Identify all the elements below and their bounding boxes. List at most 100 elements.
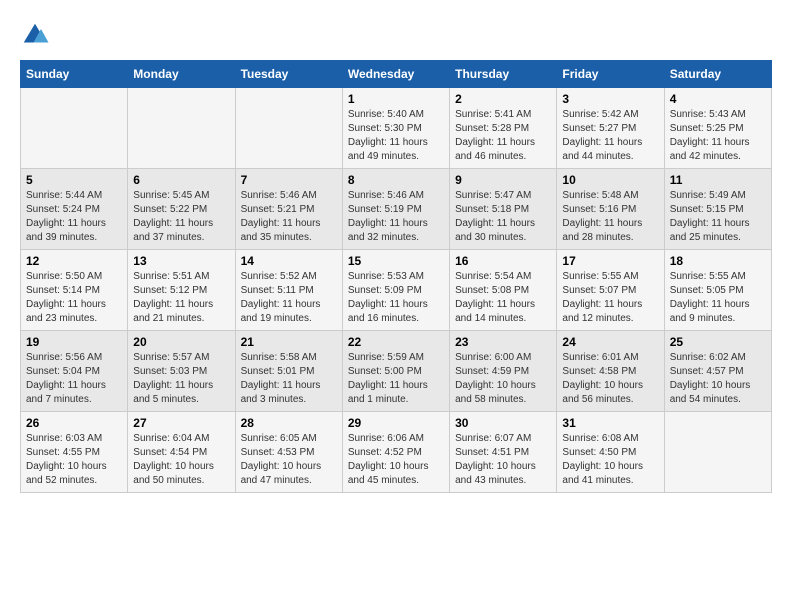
calendar-week-3: 12 Sunrise: 5:50 AM Sunset: 5:14 PM Dayli… xyxy=(21,250,772,331)
day-number: 4 xyxy=(670,92,766,106)
calendar-cell: 5Sunrise: 5:44 AM Sunset: 5:24 PM Daylig… xyxy=(21,169,128,250)
calendar-cell xyxy=(664,412,771,493)
calendar-cell: 9 Sunrise: 5:47 AM Sunset: 5:18 PM Daylig… xyxy=(450,169,557,250)
day-info: Sunrise: 5:55 AM Sunset: 5:05 PM Dayligh… xyxy=(670,270,766,326)
calendar-table: SundayMondayTuesdayWednesdayThursdayFrid… xyxy=(20,60,772,493)
day-info: Sunrise: 5:41 AM Sunset: 5:28 PM Dayligh… xyxy=(455,108,551,164)
weekday-header-saturday: Saturday xyxy=(664,61,771,88)
day-number: 26 xyxy=(26,416,122,430)
day-info: Sunrise: 6:02 AM Sunset: 4:57 PM Dayligh… xyxy=(670,351,766,407)
day-info: Sunrise: 5:57 AM Sunset: 5:03 PM Dayligh… xyxy=(133,351,229,407)
calendar-cell: 18 Sunrise: 5:55 AM Sunset: 5:05 PM Dayli… xyxy=(664,250,771,331)
day-info: Sunrise: 5:47 AM Sunset: 5:18 PM Dayligh… xyxy=(455,189,551,245)
day-info: Sunrise: 5:46 AM Sunset: 5:21 PM Dayligh… xyxy=(241,189,337,245)
day-info: Sunrise: 5:56 AM Sunset: 5:04 PM Dayligh… xyxy=(26,351,122,407)
calendar-week-5: 26 Sunrise: 6:03 AM Sunset: 4:55 PM Dayli… xyxy=(21,412,772,493)
day-info: Sunrise: 5:45 AM Sunset: 5:22 PM Dayligh… xyxy=(133,189,229,245)
day-number: 7 xyxy=(241,173,337,187)
calendar-cell: 31Sunrise: 6:08 AM Sunset: 4:50 PM Dayli… xyxy=(557,412,664,493)
calendar-cell: 30Sunrise: 6:07 AM Sunset: 4:51 PM Dayli… xyxy=(450,412,557,493)
day-info: Sunrise: 6:03 AM Sunset: 4:55 PM Dayligh… xyxy=(26,432,122,488)
calendar-cell: 26 Sunrise: 6:03 AM Sunset: 4:55 PM Dayli… xyxy=(21,412,128,493)
day-info: Sunrise: 6:05 AM Sunset: 4:53 PM Dayligh… xyxy=(241,432,337,488)
calendar-week-2: 5Sunrise: 5:44 AM Sunset: 5:24 PM Daylig… xyxy=(21,169,772,250)
calendar-cell: 15Sunrise: 5:53 AM Sunset: 5:09 PM Dayli… xyxy=(342,250,449,331)
calendar-cell: 6 Sunrise: 5:45 AM Sunset: 5:22 PM Daylig… xyxy=(128,169,235,250)
day-number: 23 xyxy=(455,335,551,349)
calendar-cell: 8 Sunrise: 5:46 AM Sunset: 5:19 PM Daylig… xyxy=(342,169,449,250)
calendar-cell xyxy=(21,88,128,169)
calendar-cell: 11 Sunrise: 5:49 AM Sunset: 5:15 PM Dayli… xyxy=(664,169,771,250)
day-number: 18 xyxy=(670,254,766,268)
day-info: Sunrise: 5:46 AM Sunset: 5:19 PM Dayligh… xyxy=(348,189,444,245)
day-info: Sunrise: 5:58 AM Sunset: 5:01 PM Dayligh… xyxy=(241,351,337,407)
calendar-cell: 20 Sunrise: 5:57 AM Sunset: 5:03 PM Dayli… xyxy=(128,331,235,412)
weekday-header-wednesday: Wednesday xyxy=(342,61,449,88)
day-info: Sunrise: 5:55 AM Sunset: 5:07 PM Dayligh… xyxy=(562,270,658,326)
day-info: Sunrise: 5:43 AM Sunset: 5:25 PM Dayligh… xyxy=(670,108,766,164)
calendar-cell: 22 Sunrise: 5:59 AM Sunset: 5:00 PM Dayli… xyxy=(342,331,449,412)
calendar-cell: 1Sunrise: 5:40 AM Sunset: 5:30 PM Daylig… xyxy=(342,88,449,169)
day-info: Sunrise: 5:48 AM Sunset: 5:16 PM Dayligh… xyxy=(562,189,658,245)
weekday-header-friday: Friday xyxy=(557,61,664,88)
day-number: 22 xyxy=(348,335,444,349)
logo-icon xyxy=(20,20,50,50)
calendar-week-1: 1Sunrise: 5:40 AM Sunset: 5:30 PM Daylig… xyxy=(21,88,772,169)
calendar-header: SundayMondayTuesdayWednesdayThursdayFrid… xyxy=(21,61,772,88)
day-info: Sunrise: 5:51 AM Sunset: 5:12 PM Dayligh… xyxy=(133,270,229,326)
calendar-cell: 23 Sunrise: 6:00 AM Sunset: 4:59 PM Dayli… xyxy=(450,331,557,412)
day-number: 9 xyxy=(455,173,551,187)
calendar-cell: 16 Sunrise: 5:54 AM Sunset: 5:08 PM Dayli… xyxy=(450,250,557,331)
day-number: 13 xyxy=(133,254,229,268)
weekday-header-row: SundayMondayTuesdayWednesdayThursdayFrid… xyxy=(21,61,772,88)
day-number: 27 xyxy=(133,416,229,430)
calendar-cell: 4 Sunrise: 5:43 AM Sunset: 5:25 PM Daylig… xyxy=(664,88,771,169)
day-number: 12 xyxy=(26,254,122,268)
day-info: Sunrise: 6:00 AM Sunset: 4:59 PM Dayligh… xyxy=(455,351,551,407)
day-number: 1 xyxy=(348,92,444,106)
day-number: 19 xyxy=(26,335,122,349)
day-number: 28 xyxy=(241,416,337,430)
weekday-header-thursday: Thursday xyxy=(450,61,557,88)
day-info: Sunrise: 6:07 AM Sunset: 4:51 PM Dayligh… xyxy=(455,432,551,488)
day-info: Sunrise: 5:42 AM Sunset: 5:27 PM Dayligh… xyxy=(562,108,658,164)
calendar-cell: 28 Sunrise: 6:05 AM Sunset: 4:53 PM Dayli… xyxy=(235,412,342,493)
day-info: Sunrise: 5:59 AM Sunset: 5:00 PM Dayligh… xyxy=(348,351,444,407)
day-number: 6 xyxy=(133,173,229,187)
calendar-cell: 14Sunrise: 5:52 AM Sunset: 5:11 PM Dayli… xyxy=(235,250,342,331)
day-number: 16 xyxy=(455,254,551,268)
calendar-cell: 19 Sunrise: 5:56 AM Sunset: 5:04 PM Dayli… xyxy=(21,331,128,412)
calendar-cell: 25 Sunrise: 6:02 AM Sunset: 4:57 PM Dayli… xyxy=(664,331,771,412)
calendar-cell: 2Sunrise: 5:41 AM Sunset: 5:28 PM Daylig… xyxy=(450,88,557,169)
calendar-cell xyxy=(235,88,342,169)
weekday-header-sunday: Sunday xyxy=(21,61,128,88)
day-number: 20 xyxy=(133,335,229,349)
day-number: 17 xyxy=(562,254,658,268)
day-number: 15 xyxy=(348,254,444,268)
calendar-cell: 10 Sunrise: 5:48 AM Sunset: 5:16 PM Dayli… xyxy=(557,169,664,250)
day-number: 31 xyxy=(562,416,658,430)
day-number: 11 xyxy=(670,173,766,187)
day-info: Sunrise: 6:04 AM Sunset: 4:54 PM Dayligh… xyxy=(133,432,229,488)
day-number: 25 xyxy=(670,335,766,349)
day-info: Sunrise: 6:01 AM Sunset: 4:58 PM Dayligh… xyxy=(562,351,658,407)
weekday-header-monday: Monday xyxy=(128,61,235,88)
calendar-cell: 13 Sunrise: 5:51 AM Sunset: 5:12 PM Dayli… xyxy=(128,250,235,331)
day-number: 10 xyxy=(562,173,658,187)
calendar-cell: 17 Sunrise: 5:55 AM Sunset: 5:07 PM Dayli… xyxy=(557,250,664,331)
day-number: 8 xyxy=(348,173,444,187)
calendar-cell: 3 Sunrise: 5:42 AM Sunset: 5:27 PM Daylig… xyxy=(557,88,664,169)
day-info: Sunrise: 5:50 AM Sunset: 5:14 PM Dayligh… xyxy=(26,270,122,326)
calendar-week-4: 19 Sunrise: 5:56 AM Sunset: 5:04 PM Dayli… xyxy=(21,331,772,412)
calendar-cell: 29Sunrise: 6:06 AM Sunset: 4:52 PM Dayli… xyxy=(342,412,449,493)
day-number: 3 xyxy=(562,92,658,106)
day-info: Sunrise: 5:52 AM Sunset: 5:11 PM Dayligh… xyxy=(241,270,337,326)
calendar-cell: 7 Sunrise: 5:46 AM Sunset: 5:21 PM Daylig… xyxy=(235,169,342,250)
calendar-cell: 27 Sunrise: 6:04 AM Sunset: 4:54 PM Dayli… xyxy=(128,412,235,493)
day-info: Sunrise: 5:54 AM Sunset: 5:08 PM Dayligh… xyxy=(455,270,551,326)
day-info: Sunrise: 5:49 AM Sunset: 5:15 PM Dayligh… xyxy=(670,189,766,245)
page-header xyxy=(20,20,772,50)
calendar-cell: 21Sunrise: 5:58 AM Sunset: 5:01 PM Dayli… xyxy=(235,331,342,412)
calendar-cell xyxy=(128,88,235,169)
day-info: Sunrise: 6:06 AM Sunset: 4:52 PM Dayligh… xyxy=(348,432,444,488)
